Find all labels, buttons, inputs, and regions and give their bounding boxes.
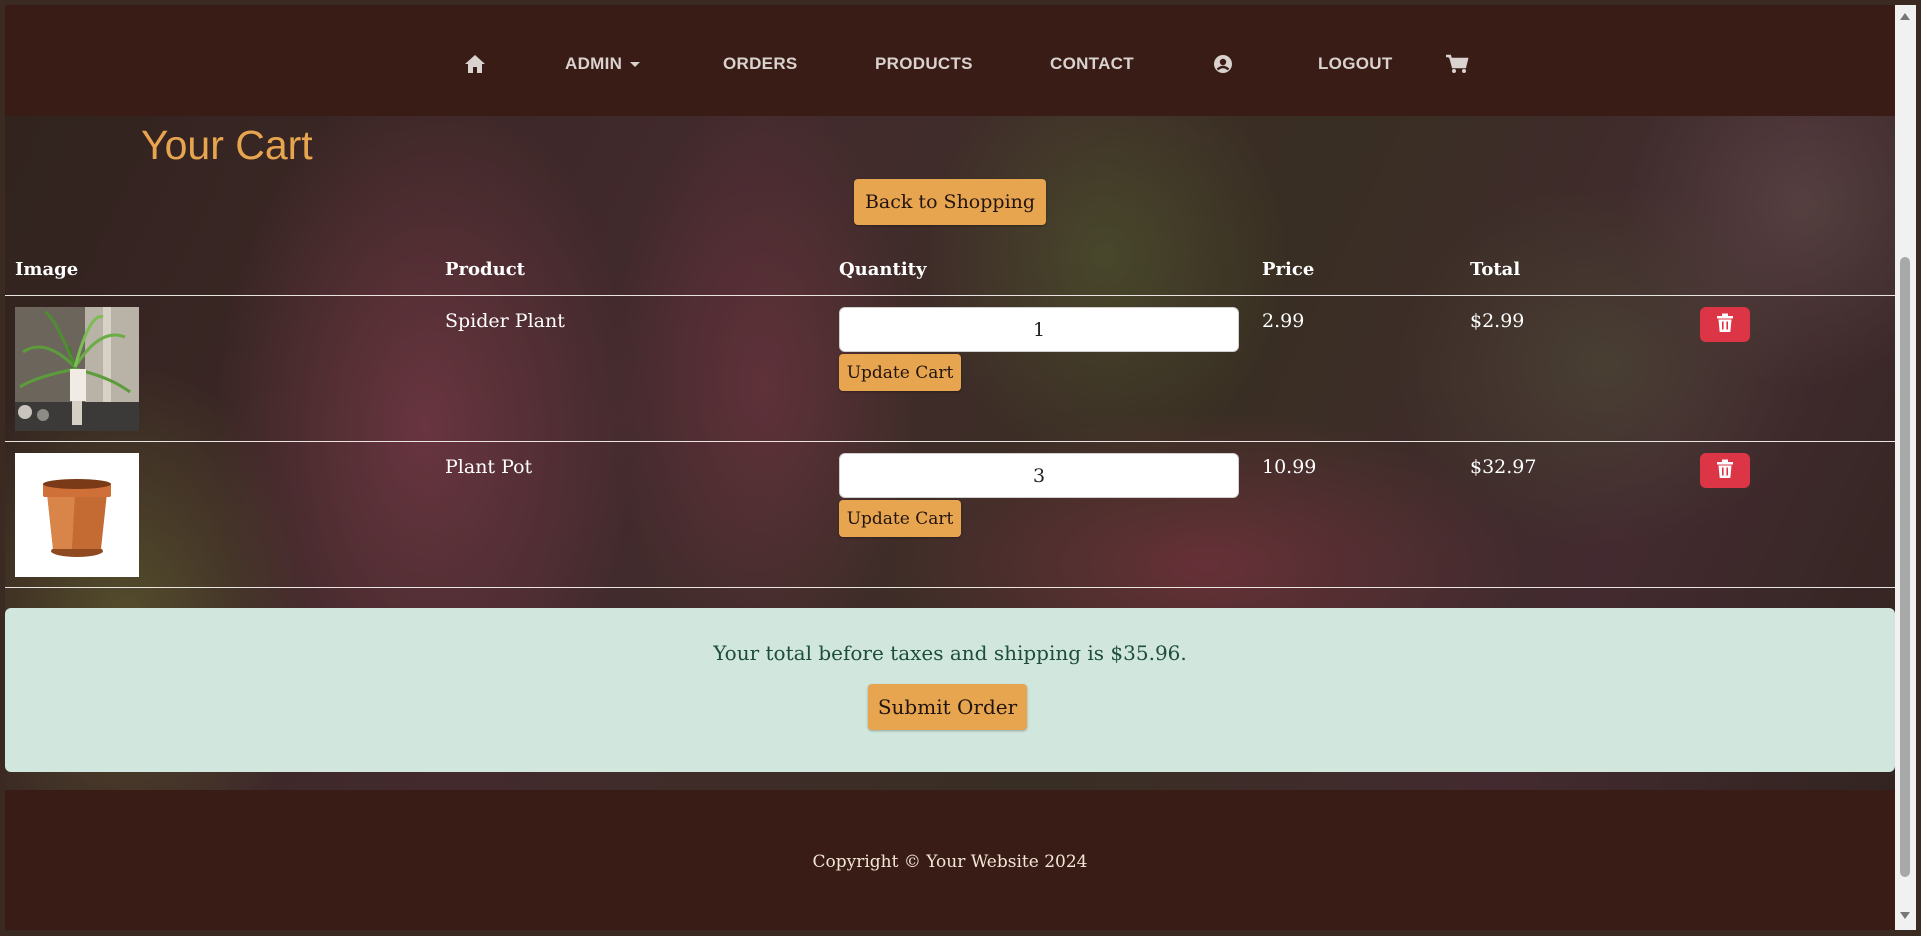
shopping-cart-icon[interactable] <box>1445 54 1469 78</box>
navbar: ADMIN ORDERS PRODUCTS CONTACT LOGOUT <box>5 5 1895 116</box>
home-icon[interactable] <box>464 54 486 78</box>
column-header-image: Image <box>15 259 79 280</box>
update-cart-button[interactable]: Update Cart <box>839 500 961 537</box>
nav-orders-link[interactable]: ORDERS <box>723 51 798 77</box>
order-summary-panel: Your total before taxes and shipping is … <box>5 608 1895 772</box>
table-divider <box>5 295 1895 296</box>
order-total-text: Your total before taxes and shipping is … <box>713 641 1187 665</box>
product-name: Spider Plant <box>445 310 565 332</box>
chevron-down-icon <box>630 62 641 68</box>
update-cart-button[interactable]: Update Cart <box>839 354 961 391</box>
footer: Copyright © Your Website 2024 <box>5 790 1895 930</box>
nav-logout-link[interactable]: LOGOUT <box>1318 51 1393 77</box>
spider-plant-image <box>15 307 139 431</box>
scroll-up-icon[interactable] <box>1900 13 1910 20</box>
user-circle-icon[interactable] <box>1213 54 1233 78</box>
line-total: $32.97 <box>1470 456 1537 478</box>
quantity-input[interactable] <box>839 453 1239 498</box>
table-divider <box>5 587 1895 588</box>
delete-item-button[interactable] <box>1700 453 1750 488</box>
column-header-product: Product <box>445 259 525 280</box>
column-header-price: Price <box>1262 259 1315 280</box>
scrollbar-thumb[interactable] <box>1900 257 1910 877</box>
nav-admin-label: ADMIN <box>565 54 623 73</box>
product-name: Plant Pot <box>445 456 533 478</box>
plant-pot-image <box>15 453 139 577</box>
nav-admin-dropdown[interactable]: ADMIN <box>565 51 641 77</box>
copyright-text: Copyright © Your Website 2024 <box>812 852 1088 872</box>
nav-contact-link[interactable]: CONTACT <box>1050 51 1134 77</box>
trash-icon <box>1716 313 1734 336</box>
browser-viewport: ADMIN ORDERS PRODUCTS CONTACT LOGOUT You… <box>5 5 1895 930</box>
column-header-total: Total <box>1470 259 1521 280</box>
unit-price: 2.99 <box>1262 310 1305 332</box>
trash-icon <box>1716 459 1734 482</box>
table-divider <box>5 441 1895 442</box>
page-scrollbar[interactable] <box>1895 5 1916 930</box>
submit-order-button[interactable]: Submit Order <box>868 684 1027 730</box>
line-total: $2.99 <box>1470 310 1525 332</box>
delete-item-button[interactable] <box>1700 307 1750 342</box>
quantity-input[interactable] <box>839 307 1239 352</box>
scroll-down-icon[interactable] <box>1900 912 1910 919</box>
page-title: Your Cart <box>141 122 313 168</box>
unit-price: 10.99 <box>1262 456 1317 478</box>
nav-products-link[interactable]: PRODUCTS <box>875 51 973 77</box>
column-header-quantity: Quantity <box>839 259 927 280</box>
back-to-shopping-button[interactable]: Back to Shopping <box>854 179 1046 225</box>
